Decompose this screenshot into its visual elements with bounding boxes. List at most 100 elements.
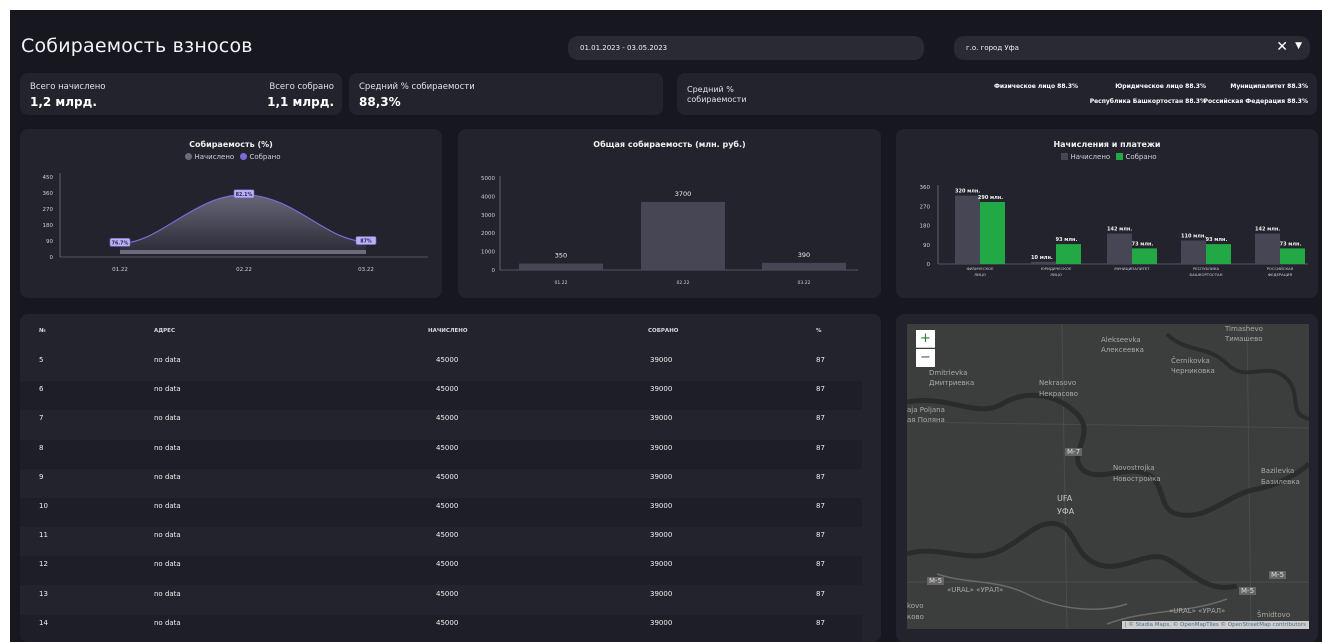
table-cell: no data bbox=[154, 618, 181, 627]
y-tick-label: 1000 bbox=[481, 250, 495, 256]
table-cell: 14 bbox=[39, 618, 48, 627]
table-cell: 45000 bbox=[436, 472, 459, 481]
x-tick-label: 03.22 bbox=[358, 267, 374, 273]
zoom-in-button[interactable]: + bbox=[916, 330, 935, 348]
bar bbox=[641, 201, 725, 270]
table-row[interactable]: 10 no data 45000 39000 87 bbox=[20, 498, 862, 527]
total-collection-chart: Общая собираемость (млн. руб.) 0 1000 2000… bbox=[458, 129, 881, 298]
table-row[interactable]: 12 no data 45000 39000 87 bbox=[20, 556, 862, 586]
road-sign: M-5 bbox=[927, 577, 945, 585]
map-label: Černikovka bbox=[1171, 357, 1210, 365]
table-cell: no data bbox=[154, 385, 181, 394]
table-row[interactable]: 5 no data 45000 39000 87 bbox=[20, 352, 862, 381]
avg-collection-label: Средний % собираемости bbox=[359, 82, 475, 92]
y-tick-label: 3000 bbox=[481, 213, 495, 219]
city-select-value: г.о. город Уфа bbox=[966, 44, 1019, 52]
region-stat: Юридическое лицо 88.3% bbox=[1115, 83, 1206, 90]
clear-icon[interactable]: ✕ bbox=[1276, 39, 1288, 55]
table-row[interactable]: 14 no data 45000 39000 87 bbox=[20, 614, 862, 642]
collected-bar bbox=[1132, 248, 1157, 264]
table-cell: 7 bbox=[39, 414, 44, 423]
region-stat: Муниципалитет 88.3% bbox=[1230, 83, 1308, 90]
page-title: Собираемость взносов bbox=[21, 35, 253, 57]
area-chart: 0 90 180 270 360 450 01.22 02.22 03.22 76.7% 82.1%… bbox=[43, 173, 428, 273]
table-cell: 39000 bbox=[650, 502, 673, 510]
y-tick-label: 2000 bbox=[481, 231, 495, 237]
x-tick-label: ЛИЦО bbox=[974, 272, 986, 277]
x-tick-label: ФИЗИЧЕСКОЕ bbox=[966, 266, 994, 271]
data-label: 93 млн. bbox=[1206, 237, 1228, 243]
region-stat: Физическое лицо 88.3% bbox=[993, 83, 1078, 90]
table-cell: 39000 bbox=[650, 472, 673, 481]
table-cell: 45000 bbox=[436, 414, 459, 423]
table-cell: 87 bbox=[816, 356, 825, 364]
y-tick-label: 360 bbox=[43, 191, 54, 197]
y-tick-label: 180 bbox=[920, 224, 931, 230]
table-cell: 87 bbox=[816, 385, 825, 394]
table-cell: 39000 bbox=[650, 560, 673, 569]
city-select[interactable]: г.о. город Уфа ✕ ▼ bbox=[954, 36, 1310, 60]
table-cell: 45000 bbox=[436, 502, 459, 510]
y-tick-label: 0 bbox=[50, 255, 54, 261]
kpi-regions-card: Средний % собираемости Физическое лицо 8… bbox=[677, 73, 1317, 115]
y-tick-label: 90 bbox=[923, 243, 930, 249]
x-tick-label: 01.22 bbox=[112, 267, 128, 273]
collected-bar bbox=[1280, 248, 1305, 264]
table-row[interactable]: 13 no data 45000 39000 87 bbox=[20, 586, 862, 615]
x-tick-label: РОССИЙСКАЯ bbox=[1267, 266, 1294, 271]
table-row[interactable]: 6 no data 45000 39000 87 bbox=[20, 381, 862, 411]
table-cell: no data bbox=[154, 531, 181, 540]
dashboard: Собираемость взносов 01.01.2023 - 03.05.… bbox=[10, 10, 1322, 642]
data-label: 73 млн. bbox=[1132, 241, 1154, 247]
zoom-out-button[interactable]: − bbox=[916, 349, 935, 367]
table-cell: 39000 bbox=[650, 443, 673, 452]
column-header[interactable]: № bbox=[39, 328, 46, 334]
map-label: Черниковка bbox=[1171, 367, 1215, 375]
column-header[interactable]: % bbox=[816, 328, 822, 334]
data-label: 290 млн. bbox=[978, 195, 1003, 201]
data-label: 76.7% bbox=[112, 240, 129, 246]
table-cell: 39000 bbox=[650, 414, 673, 423]
map[interactable]: Alekseevka Алексеевка Timashevo Тимашево… bbox=[907, 324, 1309, 629]
data-label: 73 млн. bbox=[1280, 241, 1302, 247]
y-tick-label: 0 bbox=[927, 262, 931, 268]
table-cell: 11 bbox=[39, 531, 48, 540]
x-tick-label: 02.22 bbox=[677, 280, 690, 286]
chevron-down-icon[interactable]: ▼ bbox=[1295, 41, 1302, 51]
map-label: Alekseevka bbox=[1101, 336, 1141, 344]
map-label: Тимашево bbox=[1225, 335, 1263, 343]
table-cell: 87 bbox=[816, 589, 825, 598]
column-header[interactable]: СОБРАНО bbox=[648, 328, 678, 334]
city-label: UFA bbox=[1057, 494, 1073, 503]
road-sign: M-5 bbox=[1269, 571, 1287, 579]
column-header[interactable]: АДРЕС bbox=[154, 328, 175, 334]
table-cell: no data bbox=[154, 472, 181, 481]
column-header[interactable]: НАЧИСЛЕНО bbox=[428, 328, 468, 334]
date-range-picker[interactable]: 01.01.2023 - 03.05.2023 bbox=[568, 36, 924, 60]
table-cell: 10 bbox=[39, 502, 48, 510]
table-row[interactable]: 8 no data 45000 39000 87 bbox=[20, 439, 862, 469]
y-tick-label: 5000 bbox=[481, 176, 495, 182]
table-row[interactable]: 9 no data 45000 39000 87 bbox=[20, 469, 862, 498]
data-label: 10 млн. bbox=[1031, 255, 1053, 261]
avg2-label-line2: собираемости bbox=[687, 95, 747, 104]
table-row[interactable]: 11 no data 45000 39000 87 bbox=[20, 527, 862, 556]
bar bbox=[519, 263, 603, 270]
map-label: Алексеевка bbox=[1101, 346, 1144, 354]
y-tick-label: 0 bbox=[492, 268, 496, 274]
table-cell: 87 bbox=[816, 531, 825, 540]
data-label: 3700 bbox=[675, 190, 692, 198]
date-range-value: 01.01.2023 - 03.05.2023 bbox=[580, 44, 668, 52]
map-label: Dmitrievka bbox=[929, 369, 968, 377]
road-sign: M-7 bbox=[1065, 448, 1083, 456]
bar-chart: 0 1000 2000 3000 4000 5000 350 01.22 3700 02.22 39… bbox=[481, 176, 858, 286]
map-label: Bazilevka bbox=[1261, 467, 1295, 475]
table-cell: 45000 bbox=[436, 560, 459, 569]
table-row[interactable]: 7 no data 45000 39000 87 bbox=[20, 410, 862, 439]
map-attribution[interactable]: | © Stadia Maps, © OpenMapTiles © OpenSt… bbox=[1121, 621, 1309, 629]
map-label: kovo bbox=[907, 602, 924, 610]
grouped-bar-chart: 0 90 180 270 360 320 млн. 10 млн. 142 млн. 110 м… bbox=[920, 185, 1308, 277]
x-tick-label: БАШКОРТОСТАН bbox=[1190, 272, 1223, 277]
x-tick-label: МУНИЦИПАЛИТЕТ bbox=[1114, 266, 1150, 271]
data-label: 350 bbox=[555, 252, 567, 260]
